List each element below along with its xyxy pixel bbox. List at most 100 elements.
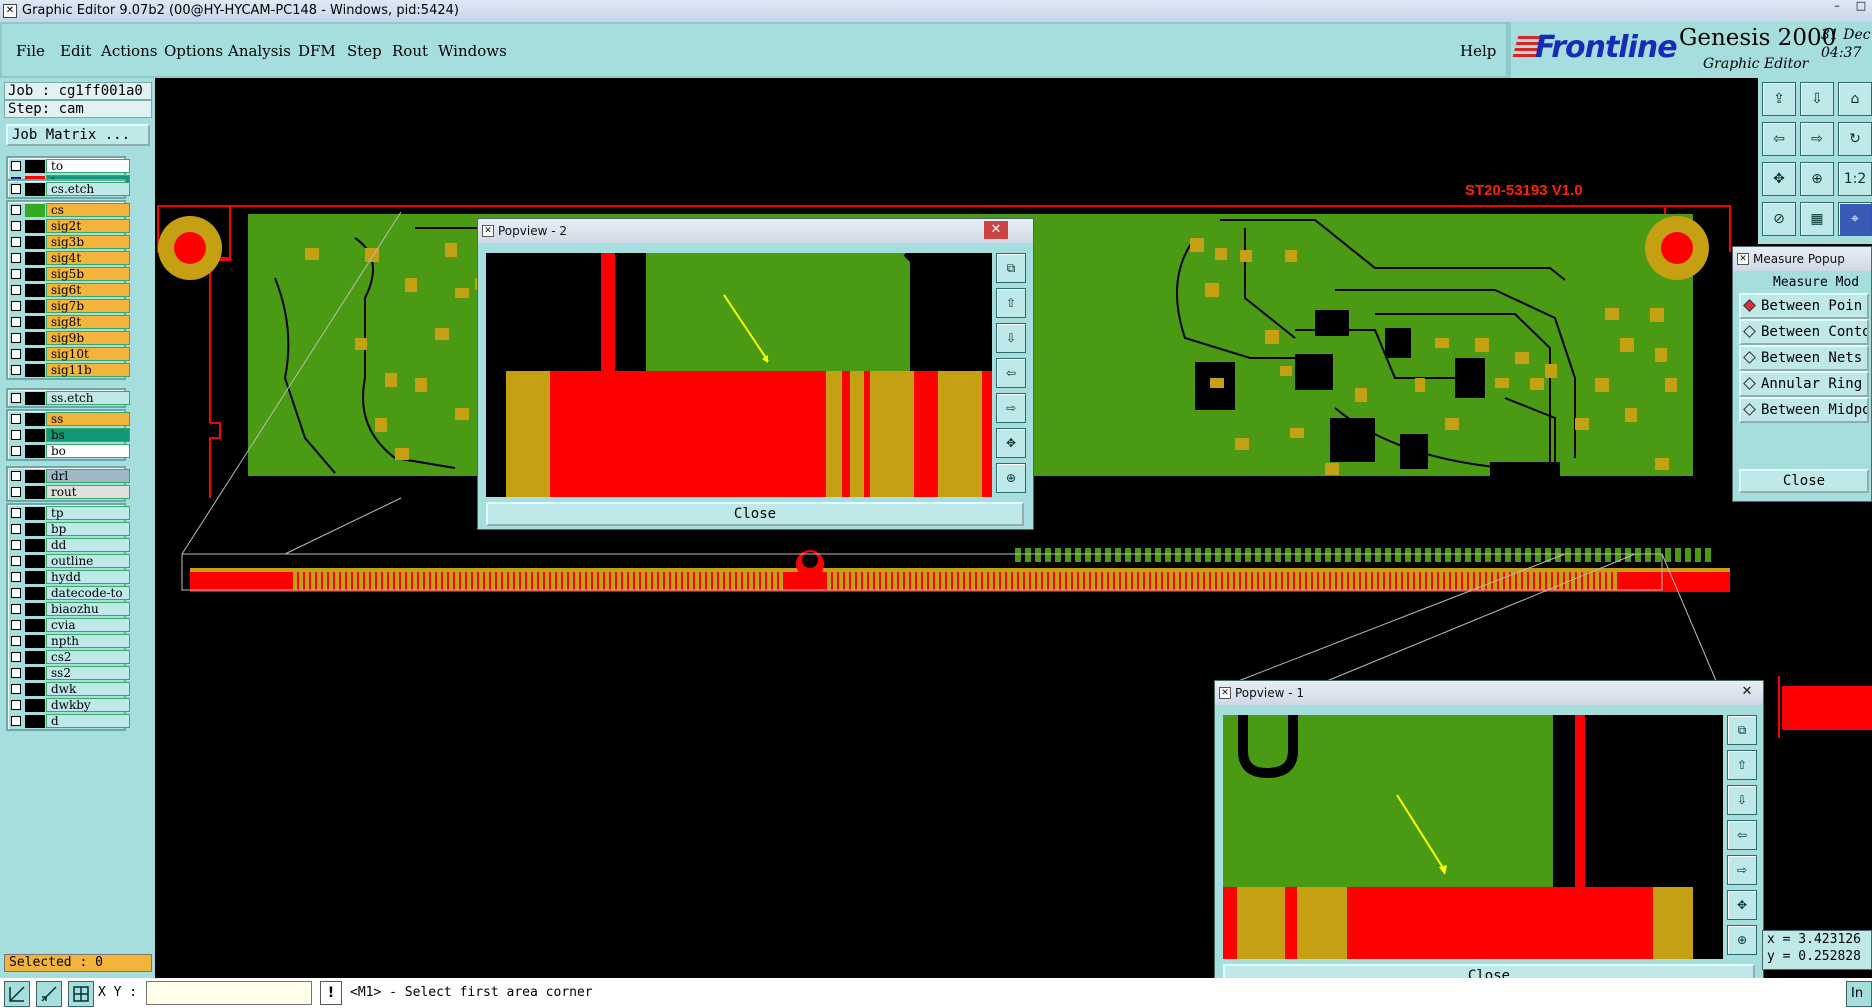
- layer-name[interactable]: outline: [46, 554, 130, 568]
- measure-tool-icon[interactable]: ⌖: [1838, 202, 1872, 236]
- layer-name[interactable]: hydd: [46, 570, 130, 584]
- layer-color-swatch[interactable]: [25, 619, 45, 632]
- home-icon[interactable]: ⌂: [1838, 82, 1872, 116]
- layer-checkbox[interactable]: [11, 620, 21, 630]
- layer-color-swatch[interactable]: [25, 429, 45, 442]
- layer-color-swatch[interactable]: [25, 316, 45, 329]
- layer-row[interactable]: dwk: [8, 681, 130, 697]
- layer-row[interactable]: to: [8, 158, 130, 174]
- zoom-down-icon[interactable]: ⇩: [1800, 82, 1834, 116]
- layer-name[interactable]: sig8t: [46, 315, 130, 329]
- layer-name[interactable]: dwk: [46, 682, 130, 696]
- layer-name[interactable]: sig3b: [46, 235, 130, 249]
- alert-button[interactable]: !: [320, 981, 342, 1005]
- measure-option[interactable]: Annular Ring: [1739, 371, 1869, 397]
- scale-icon[interactable]: 1:2: [1838, 162, 1872, 196]
- layer-name[interactable]: biaozhu: [46, 602, 130, 616]
- layer-checkbox[interactable]: [11, 221, 21, 231]
- layer-color-swatch[interactable]: [25, 220, 45, 233]
- layer-color-swatch[interactable]: [25, 445, 45, 458]
- job-matrix-button[interactable]: Job Matrix ...: [6, 124, 150, 146]
- layer-row[interactable]: d: [8, 713, 130, 729]
- zoom-home-icon[interactable]: ⇪: [1762, 82, 1796, 116]
- layer-checkbox[interactable]: [11, 269, 21, 279]
- maximize-icon[interactable]: □: [1850, 0, 1872, 14]
- redraw-icon[interactable]: ↻: [1838, 122, 1872, 156]
- layer-row[interactable]: sig10t: [8, 346, 130, 362]
- popview-1-zoom-window-icon[interactable]: ⧉: [1727, 715, 1757, 745]
- layer-name[interactable]: bp: [46, 522, 130, 536]
- layer-color-swatch[interactable]: [25, 332, 45, 345]
- measure-option[interactable]: Between Conto: [1739, 319, 1869, 345]
- measure-option[interactable]: Between Nets: [1739, 345, 1869, 371]
- layer-row[interactable]: npth: [8, 633, 130, 649]
- layer-name[interactable]: ss.etch: [46, 391, 130, 405]
- menu-edit[interactable]: Edit: [60, 42, 91, 60]
- layer-color-swatch[interactable]: [25, 160, 45, 173]
- popview-2-close-icon[interactable]: ✕: [984, 221, 1008, 239]
- layer-name[interactable]: sig5b: [46, 267, 130, 281]
- layer-checkbox[interactable]: [11, 652, 21, 662]
- popview-1-zoom-out-icon[interactable]: ⇩: [1727, 785, 1757, 815]
- layer-name[interactable]: to: [46, 159, 130, 173]
- layer-checkbox[interactable]: [11, 184, 21, 194]
- layer-color-swatch[interactable]: [25, 507, 45, 520]
- layer-checkbox[interactable]: [11, 636, 21, 646]
- layer-checkbox[interactable]: [11, 588, 21, 598]
- popview-1-close-icon[interactable]: ✕: [1735, 683, 1759, 701]
- zoom-center-icon[interactable]: ⊕: [1800, 162, 1834, 196]
- layer-name[interactable]: bo: [46, 444, 130, 458]
- layer-row[interactable]: bo: [8, 443, 130, 459]
- popview-2-pan-right-icon[interactable]: ⇨: [996, 393, 1026, 423]
- select-tool-icon[interactable]: [4, 981, 30, 1007]
- measure-line-icon[interactable]: [36, 981, 62, 1007]
- menu-step[interactable]: Step: [347, 42, 382, 60]
- layer-checkbox[interactable]: [11, 446, 21, 456]
- popview-1-fit-icon[interactable]: ✥: [1727, 890, 1757, 920]
- layer-name[interactable]: sig2t: [46, 219, 130, 233]
- layer-checkbox[interactable]: [11, 414, 21, 424]
- snap-icon[interactable]: ⊘: [1762, 202, 1796, 236]
- pan-right-icon[interactable]: ⇨: [1800, 122, 1834, 156]
- layer-checkbox[interactable]: [11, 572, 21, 582]
- layer-name[interactable]: dd: [46, 538, 130, 552]
- layer-row[interactable]: cs: [8, 202, 130, 218]
- layer-color-swatch[interactable]: [25, 715, 45, 728]
- menu-options[interactable]: Options: [164, 42, 223, 60]
- layer-row[interactable]: rout: [8, 484, 130, 500]
- layer-checkbox[interactable]: [11, 393, 21, 403]
- popview-2-canvas[interactable]: [486, 253, 992, 497]
- menu-dfm[interactable]: DFM: [298, 42, 336, 60]
- layer-name[interactable]: ss2: [46, 666, 130, 680]
- layer-checkbox[interactable]: [11, 285, 21, 295]
- layer-name[interactable]: tp: [46, 506, 130, 520]
- layer-name[interactable]: cs2: [46, 650, 130, 664]
- layer-color-swatch[interactable]: [25, 555, 45, 568]
- layer-row[interactable]: sig4t: [8, 250, 130, 266]
- layer-checkbox[interactable]: [11, 430, 21, 440]
- layer-name[interactable]: cs.etch: [46, 182, 130, 196]
- layer-row[interactable]: hydd: [8, 569, 130, 585]
- layer-row[interactable]: sig6t: [8, 282, 130, 298]
- layer-color-swatch[interactable]: [25, 364, 45, 377]
- info-button[interactable]: In: [1846, 981, 1872, 1007]
- layer-name[interactable]: cvia: [46, 618, 130, 632]
- layer-row[interactable]: sig11b: [8, 362, 130, 378]
- layer-name[interactable]: sig4t: [46, 251, 130, 265]
- layer-row[interactable]: datecode-to: [8, 585, 130, 601]
- layer-row[interactable]: sig7b: [8, 298, 130, 314]
- layer-color-swatch[interactable]: [25, 683, 45, 696]
- popview-1-pan-right-icon[interactable]: ⇨: [1727, 855, 1757, 885]
- layer-row[interactable]: ss2: [8, 665, 130, 681]
- layer-checkbox[interactable]: [11, 253, 21, 263]
- layer-row[interactable]: sig5b: [8, 266, 130, 282]
- measure-close-button[interactable]: Close: [1739, 469, 1869, 493]
- menu-analysis[interactable]: Analysis: [228, 42, 291, 60]
- layer-row[interactable]: cvia: [8, 617, 130, 633]
- layer-row[interactable]: dwkby: [8, 697, 130, 713]
- layer-row[interactable]: ss: [8, 411, 130, 427]
- layer-name[interactable]: sig7b: [46, 299, 130, 313]
- layer-checkbox[interactable]: [11, 205, 21, 215]
- layer-checkbox[interactable]: [11, 604, 21, 614]
- menu-rout[interactable]: Rout: [392, 42, 428, 60]
